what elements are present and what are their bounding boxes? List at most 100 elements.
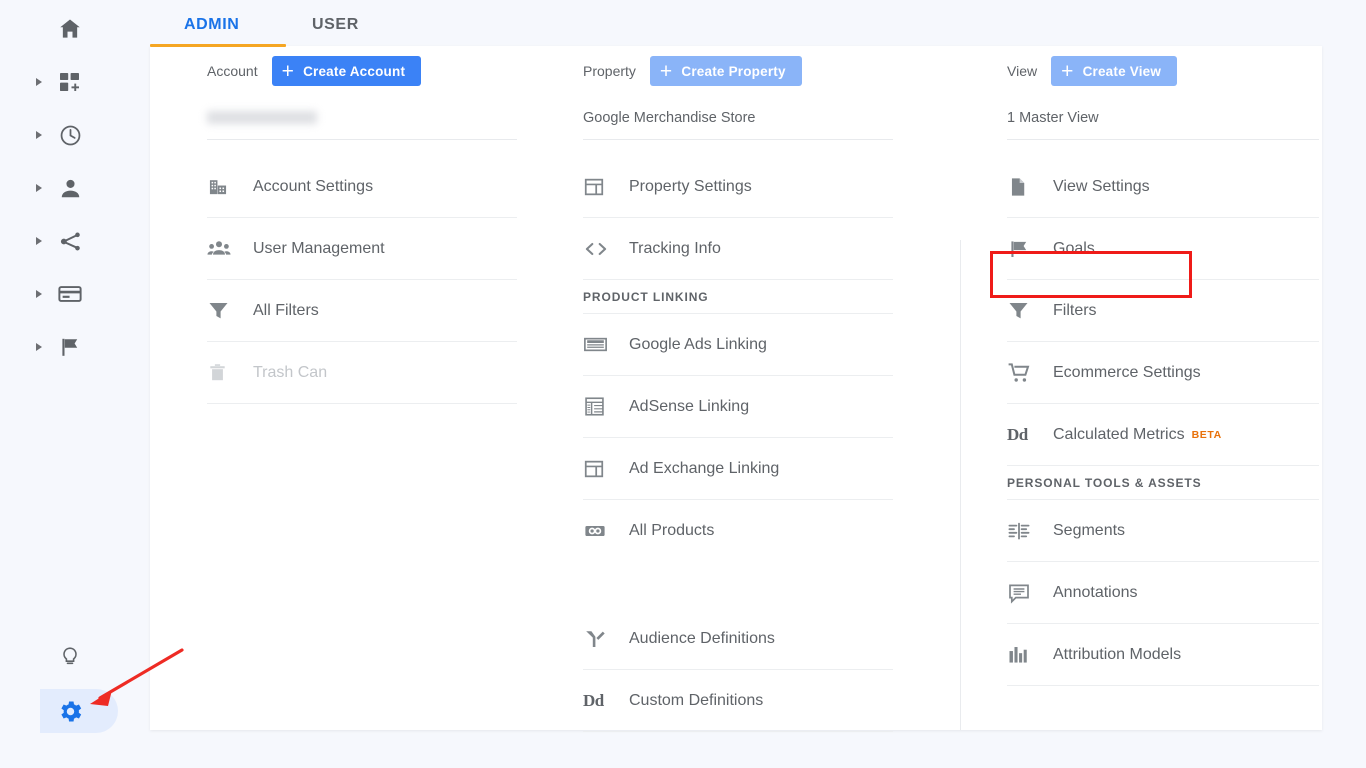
menu-item-label: Segments xyxy=(1053,521,1126,539)
adsense-icon xyxy=(583,395,629,418)
menu-item-label: Audience Definitions xyxy=(629,629,775,647)
sidebar-item-discover[interactable] xyxy=(0,630,140,684)
layout-icon xyxy=(583,176,629,198)
sidebar-item-realtime[interactable] xyxy=(0,108,140,162)
menu-item-label: Attribution Models xyxy=(1053,645,1182,663)
sidebar-item-admin[interactable] xyxy=(0,684,140,738)
bar-chart-icon xyxy=(1007,643,1053,666)
dashboard-plus-icon xyxy=(55,67,85,97)
view-menu-item-goals[interactable]: Goals xyxy=(1007,218,1319,280)
account-column-header: Account + Create Account xyxy=(207,46,517,96)
dd-icon: Dd xyxy=(583,691,629,711)
funnel-icon xyxy=(207,299,253,322)
create-account-label: Create Account xyxy=(303,63,406,79)
menu-item-label: User Management xyxy=(253,239,385,257)
menu-item-label: Ad Exchange Linking xyxy=(629,459,780,477)
view-column: View + Create View 1 Master View View Se… xyxy=(1007,46,1319,686)
annotation-icon xyxy=(1007,581,1053,605)
sidebar-item-acquisition[interactable] xyxy=(0,214,140,268)
menu-item-label: Calculated Metrics xyxy=(1053,425,1185,443)
property-menu-item-all-products[interactable]: All Products xyxy=(583,500,893,562)
account-label: Account xyxy=(207,63,258,79)
property-column-header: Property + Create Property xyxy=(583,46,893,96)
property-menu-item-ad-exchange-linking[interactable]: Ad Exchange Linking xyxy=(583,438,893,500)
sidebar-item-home[interactable] xyxy=(0,2,140,56)
analytics-admin-screen: ADMIN USER Account + Create Account Acco… xyxy=(0,0,1366,768)
menu-item-label: Google Ads Linking xyxy=(629,335,767,353)
property-menu-item-custom-definitions[interactable]: Dd Custom Definitions xyxy=(583,670,893,732)
menu-item-label: All Products xyxy=(629,522,715,539)
account-menu-item-trash-can[interactable]: Trash Can xyxy=(207,342,517,404)
create-account-button[interactable]: + Create Account xyxy=(271,56,422,86)
funnel-icon xyxy=(1007,299,1053,322)
view-menu-item-ecommerce-settings[interactable]: Ecommerce Settings xyxy=(1007,342,1319,404)
chevron-right-icon xyxy=(36,184,42,192)
view-menu-item-filters[interactable]: Filters xyxy=(1007,280,1319,342)
person-icon xyxy=(55,173,85,203)
share-nodes-icon xyxy=(55,226,85,256)
flag-icon xyxy=(55,332,85,362)
home-icon xyxy=(55,14,85,44)
menu-item-label: All Filters xyxy=(253,301,319,319)
sidebar-item-conversions[interactable] xyxy=(0,320,140,374)
view-menu-item-view-settings[interactable]: View Settings xyxy=(1007,156,1319,218)
clock-icon xyxy=(55,120,85,150)
cart-icon xyxy=(1007,361,1053,385)
property-menu-list: Property Settings Tracking Info PRODUCT … xyxy=(583,156,893,732)
view-menu-item-attribution-models[interactable]: Attribution Models xyxy=(1007,624,1319,686)
left-nav-rail xyxy=(0,0,140,768)
view-menu-item-segments[interactable]: Segments xyxy=(1007,500,1319,562)
link-chain-icon xyxy=(583,519,629,543)
account-column: Account + Create Account Account Setting… xyxy=(207,46,517,404)
sidebar-item-customization[interactable] xyxy=(0,55,140,109)
property-selector[interactable]: Google Merchandise Store xyxy=(583,96,893,140)
account-menu-item-user-management[interactable]: User Management xyxy=(207,218,517,280)
create-view-label: Create View xyxy=(1082,63,1162,79)
ads-banner-icon xyxy=(583,332,629,357)
lightbulb-icon xyxy=(55,642,85,672)
building-icon xyxy=(207,176,253,198)
segments-icon xyxy=(1007,519,1053,543)
redacted-account-name xyxy=(207,111,317,124)
plus-icon: + xyxy=(659,59,673,83)
chevron-right-icon xyxy=(36,131,42,139)
menu-item-label: Annotations xyxy=(1053,583,1138,601)
plus-icon: + xyxy=(1061,59,1074,83)
view-selector[interactable]: 1 Master View xyxy=(1007,96,1319,140)
property-menu-item-property-settings[interactable]: Property Settings xyxy=(583,156,893,218)
account-menu-item-account-settings[interactable]: Account Settings xyxy=(207,156,517,218)
create-property-label: Create Property xyxy=(681,63,786,79)
chevron-right-icon xyxy=(36,343,42,351)
property-label: Property xyxy=(583,63,636,79)
view-menu-item-annotations[interactable]: Annotations xyxy=(1007,562,1319,624)
dd-icon: Dd xyxy=(1007,425,1053,445)
dd-glyph: Dd xyxy=(583,690,604,710)
view-menu-item-calculated-metrics[interactable]: Dd Calculated Metrics BETA xyxy=(1007,404,1319,466)
menu-item-label: Custom Definitions xyxy=(629,691,764,709)
sidebar-item-behavior[interactable] xyxy=(0,267,140,321)
document-icon xyxy=(1007,176,1053,198)
account-selector[interactable] xyxy=(207,96,517,140)
sidebar-item-audience[interactable] xyxy=(0,161,140,215)
property-menu-item-google-ads-linking[interactable]: Google Ads Linking xyxy=(583,314,893,376)
menu-item-label: View Settings xyxy=(1053,177,1150,195)
section-personal-tools-assets: PERSONAL TOOLS & ASSETS xyxy=(1007,466,1319,500)
chevron-right-icon xyxy=(36,78,42,86)
menu-item-label: Filters xyxy=(1053,301,1097,319)
create-view-button[interactable]: + Create View xyxy=(1051,56,1178,86)
code-brackets-icon xyxy=(583,236,629,262)
dd-glyph: Dd xyxy=(1007,424,1028,444)
chevron-right-icon xyxy=(36,237,42,245)
property-menu-item-audience-definitions[interactable]: Audience Definitions xyxy=(583,608,893,670)
create-property-button[interactable]: + Create Property xyxy=(649,56,802,86)
menu-item-label: Account Settings xyxy=(253,177,374,195)
plus-icon: + xyxy=(281,59,295,83)
account-menu-item-all-filters[interactable]: All Filters xyxy=(207,280,517,342)
gear-icon xyxy=(55,696,85,726)
property-column: Property + Create Property Google Mercha… xyxy=(583,46,893,732)
flag-icon xyxy=(1007,237,1053,261)
view-menu-list: View Settings Goals Filters Ecommerce Se… xyxy=(1007,156,1319,686)
property-menu-item-adsense-linking[interactable]: AdSense Linking xyxy=(583,376,893,438)
property-menu-item-tracking-info[interactable]: Tracking Info xyxy=(583,218,893,280)
audience-branch-icon xyxy=(583,627,629,651)
